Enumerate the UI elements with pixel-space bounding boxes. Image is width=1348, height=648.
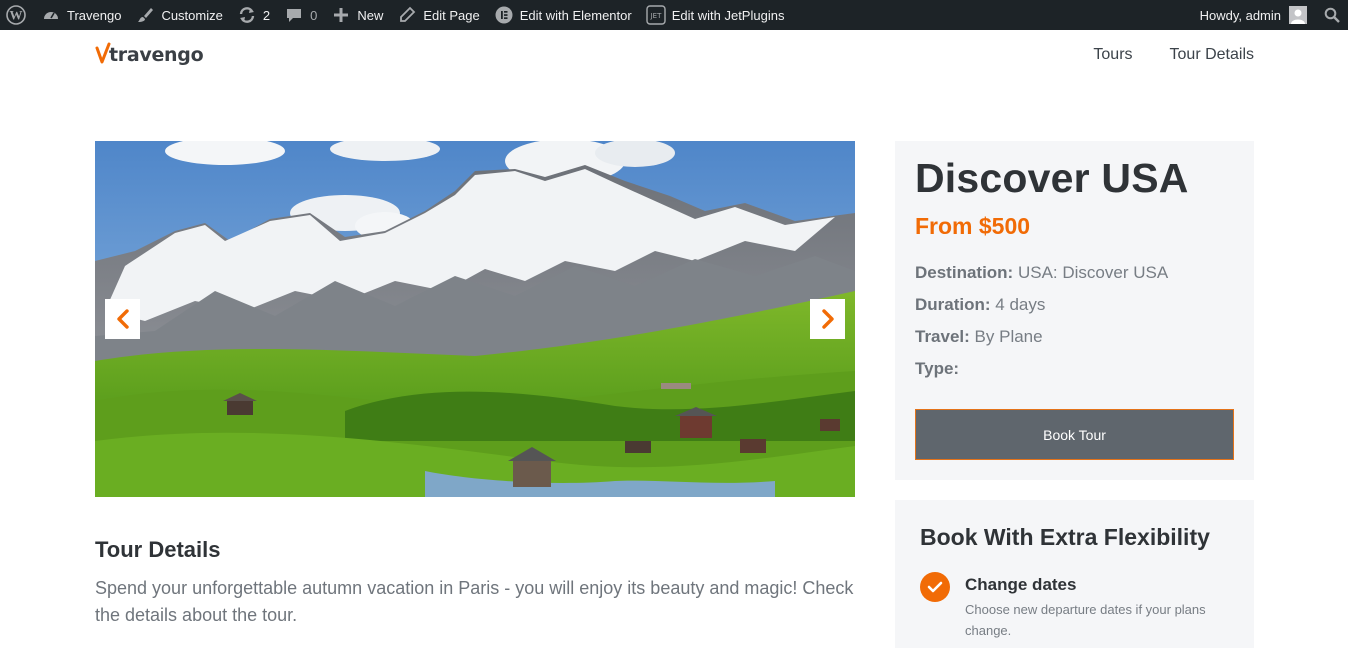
destination-value: USA: Discover USA xyxy=(1017,263,1169,282)
duration-value: 4 days xyxy=(995,295,1046,314)
main-nav: Tours Tour Details xyxy=(1093,46,1254,64)
new-label: New xyxy=(357,7,384,23)
edit-page-link[interactable]: Edit Page xyxy=(390,0,486,30)
edit-page-label: Edit Page xyxy=(423,7,480,23)
comments-link[interactable]: 0 xyxy=(277,0,324,30)
travel-row: Travel: By Plane xyxy=(915,321,1168,353)
my-account-menu[interactable]: Howdy, admin xyxy=(1193,0,1314,30)
edit-jetplugins-label: Edit with JetPlugins xyxy=(671,7,785,23)
flexibility-card: Book With Extra Flexibility Change dates… xyxy=(895,500,1254,648)
destination-label: Destination: xyxy=(915,263,1014,282)
svg-text:JET: JET xyxy=(649,12,661,20)
edit-elementor-label: Edit with Elementor xyxy=(519,7,632,23)
tour-gallery-slider[interactable] xyxy=(95,141,855,497)
site-name-menu[interactable]: Travengo xyxy=(34,0,128,30)
wordpress-icon: W xyxy=(6,5,26,25)
avatar xyxy=(1289,6,1307,24)
svg-text:W: W xyxy=(10,8,23,23)
admin-bar: W Travengo Customize 2 0 New Edit Page E… xyxy=(0,0,1348,30)
elementor-icon xyxy=(494,5,514,25)
site-name-label: Travengo xyxy=(67,7,122,23)
tour-price: From $500 xyxy=(915,213,1031,239)
logo-text: travengo xyxy=(109,44,204,66)
destination-row: Destination: USA: Discover USA xyxy=(915,257,1168,289)
customize-link[interactable]: Customize xyxy=(128,0,229,30)
site-logo[interactable]: travengo xyxy=(95,42,204,66)
nav-tours[interactable]: Tours xyxy=(1093,46,1132,64)
slider-next-button[interactable] xyxy=(810,299,845,339)
site-header: travengo Tours Tour Details xyxy=(0,30,1348,90)
brush-icon xyxy=(135,5,155,25)
book-tour-button[interactable]: Book Tour xyxy=(915,409,1234,460)
updates-count: 2 xyxy=(262,7,271,23)
travel-value: By Plane xyxy=(974,327,1043,346)
duration-row: Duration: 4 days xyxy=(915,289,1168,321)
flexibility-heading: Book With Extra Flexibility xyxy=(920,524,1210,550)
updates-link[interactable]: 2 xyxy=(230,0,277,30)
duration-label: Duration: xyxy=(915,295,991,314)
comments-count: 0 xyxy=(310,7,318,23)
travel-label: Travel: xyxy=(915,327,970,346)
feature-description: Choose new departure dates if your plans… xyxy=(965,602,1206,638)
chevron-right-icon xyxy=(821,309,835,329)
chevron-left-icon xyxy=(116,309,130,329)
admin-search[interactable] xyxy=(1314,0,1348,30)
type-label: Type: xyxy=(915,359,960,378)
plus-icon xyxy=(331,5,351,25)
wp-logo-menu[interactable]: W xyxy=(0,0,34,30)
search-icon xyxy=(1324,7,1340,23)
comment-icon xyxy=(284,5,304,25)
tour-info-card: Discover USA From $500 Destination: USA:… xyxy=(895,141,1254,480)
nav-tour-details[interactable]: Tour Details xyxy=(1170,46,1254,64)
tour-photo xyxy=(95,141,855,497)
new-content-link[interactable]: New xyxy=(324,0,390,30)
tour-details-heading: Tour Details xyxy=(95,537,221,562)
customize-label: Customize xyxy=(161,7,223,23)
feature-title: Change dates xyxy=(965,575,1077,594)
slider-prev-button[interactable] xyxy=(105,299,140,339)
type-row: Type: xyxy=(915,353,1168,385)
tour-meta: Destination: USA: Discover USA Duration:… xyxy=(915,257,1168,385)
edit-elementor-link[interactable]: Edit with Elementor xyxy=(487,0,639,30)
updates-icon xyxy=(237,5,257,25)
tour-details-text: Spend your unforgettable autumn vacation… xyxy=(95,578,854,625)
pencil-icon xyxy=(397,5,417,25)
edit-jetplugins-link[interactable]: JET Edit with JetPlugins xyxy=(639,0,792,30)
howdy-label: Howdy, admin xyxy=(1199,7,1281,23)
dashboard-icon xyxy=(41,5,61,25)
jetplugins-icon: JET xyxy=(646,5,666,25)
tour-title: Discover USA xyxy=(915,155,1189,201)
check-icon xyxy=(920,572,950,602)
